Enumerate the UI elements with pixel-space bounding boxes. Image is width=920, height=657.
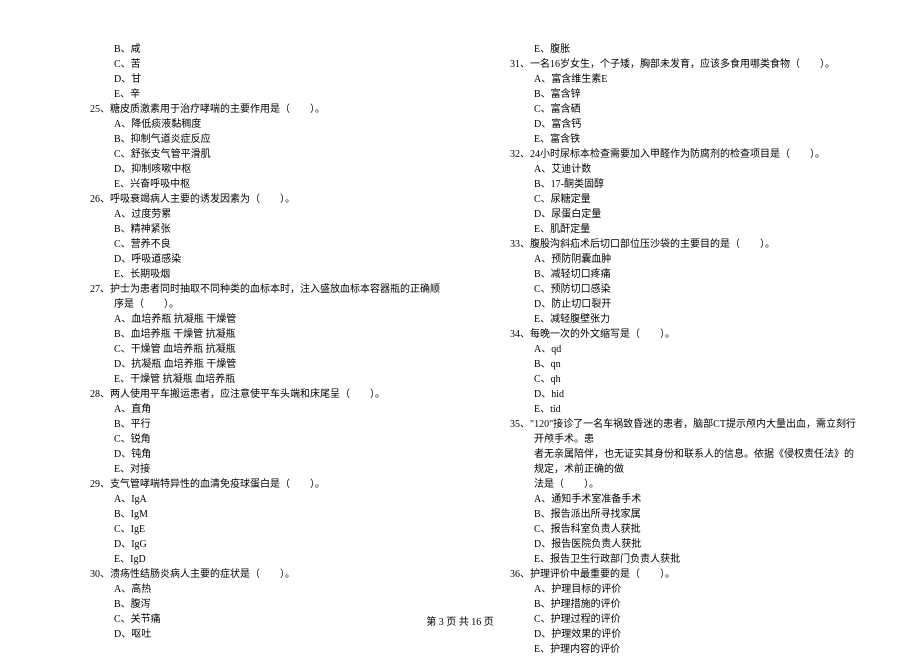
option: B、咸	[60, 42, 440, 57]
question-35-cont: 法是（ ）。	[480, 477, 860, 492]
question-33: 33、腹股沟斜疝术后切口部位压沙袋的主要目的是（ ）。	[480, 237, 860, 252]
option: D、hid	[480, 387, 860, 402]
option: D、钝角	[60, 447, 440, 462]
option: A、IgA	[60, 492, 440, 507]
question-35-cont: 者无亲属陪伴，也无证实其身份和联系人的信息。依据《侵权责任法》的规定，术前正确的…	[480, 447, 860, 477]
option: D、抗凝瓶 血培养瓶 干燥管	[60, 357, 440, 372]
option: B、报告派出所寻找家属	[480, 507, 860, 522]
option: B、血培养瓶 干燥管 抗凝瓶	[60, 327, 440, 342]
option: E、减轻腹壁张力	[480, 312, 860, 327]
option: B、减轻切口疼痛	[480, 267, 860, 282]
question-32: 32、24小时尿标本检查需要加入甲醛作为防腐剂的检查项目是（ ）。	[480, 147, 860, 162]
question-31: 31、一名16岁女生，个子矮，胸部未发育，应该多食用哪类食物（ ）。	[480, 57, 860, 72]
option: C、富含硒	[480, 102, 860, 117]
option: C、干燥管 血培养瓶 抗凝瓶	[60, 342, 440, 357]
option: B、17-酮类固醇	[480, 177, 860, 192]
option: D、呼吸道感染	[60, 252, 440, 267]
question-29: 29、支气管哮喘特异性的血清免疫球蛋白是（ ）。	[60, 477, 440, 492]
option: B、富含锌	[480, 87, 860, 102]
question-30: 30、溃疡性结肠炎病人主要的症状是（ ）。	[60, 567, 440, 582]
option: E、长期吸烟	[60, 267, 440, 282]
option: E、IgD	[60, 552, 440, 567]
question-28: 28、两人使用平车搬运患者，应注意使平车头端和床尾呈（ ）。	[60, 387, 440, 402]
option: B、IgM	[60, 507, 440, 522]
option: D、甘	[60, 72, 440, 87]
option: D、尿蛋白定量	[480, 207, 860, 222]
option: C、qh	[480, 372, 860, 387]
option: A、过度劳累	[60, 207, 440, 222]
question-26: 26、呼吸衰竭病人主要的诱发因素为（ ）。	[60, 192, 440, 207]
option: A、预防阴囊血肿	[480, 252, 860, 267]
page-footer: 第 3 页 共 16 页	[0, 613, 920, 628]
option: C、预防切口感染	[480, 282, 860, 297]
question-36: 36、护理评价中最重要的是（ ）。	[480, 567, 860, 582]
option: E、干燥管 抗凝瓶 血培养瓶	[60, 372, 440, 387]
left-column: B、咸 C、苦 D、甘 E、辛 25、糖皮质激素用于治疗哮喘的主要作用是（ ）。…	[60, 42, 460, 657]
option: D、呕吐	[60, 627, 440, 642]
question-27: 27、护士为患者同时抽取不同种类的血标本时，注入盛放血标本容器瓶的正确顺序是（ …	[60, 282, 440, 312]
option: C、IgE	[60, 522, 440, 537]
option: A、血培养瓶 抗凝瓶 干燥管	[60, 312, 440, 327]
question-35: 35、"120"接诊了一名车祸致昏迷的患者，脑部CT提示颅内大量出血，需立刻行开…	[480, 417, 860, 447]
page-content: B、咸 C、苦 D、甘 E、辛 25、糖皮质激素用于治疗哮喘的主要作用是（ ）。…	[0, 0, 920, 657]
option: E、对接	[60, 462, 440, 477]
option: A、高热	[60, 582, 440, 597]
option: B、平行	[60, 417, 440, 432]
option: A、富含维生素E	[480, 72, 860, 87]
option: E、腹胀	[480, 42, 860, 57]
option: C、营养不良	[60, 237, 440, 252]
option: A、qd	[480, 342, 860, 357]
option: D、报告医院负责人获批	[480, 537, 860, 552]
option: E、报告卫生行政部门负责人获批	[480, 552, 860, 567]
option: D、富含钙	[480, 117, 860, 132]
option: C、锐角	[60, 432, 440, 447]
question-34: 34、每晚一次的外文缩写是（ ）。	[480, 327, 860, 342]
option: A、通知手术室准备手术	[480, 492, 860, 507]
option: B、腹泻	[60, 597, 440, 612]
option: C、尿糖定量	[480, 192, 860, 207]
option: B、抑制气道炎症反应	[60, 132, 440, 147]
option: E、兴奋呼吸中枢	[60, 177, 440, 192]
option: D、护理效果的评价	[480, 627, 860, 642]
option: B、护理措施的评价	[480, 597, 860, 612]
right-column: E、腹胀 31、一名16岁女生，个子矮，胸部未发育，应该多食用哪类食物（ ）。 …	[460, 42, 860, 657]
option: E、富含铁	[480, 132, 860, 147]
option: C、报告科室负责人获批	[480, 522, 860, 537]
question-25: 25、糖皮质激素用于治疗哮喘的主要作用是（ ）。	[60, 102, 440, 117]
option: A、降低痰液黏稠度	[60, 117, 440, 132]
option: C、舒张支气管平滑肌	[60, 147, 440, 162]
option: B、精神紧张	[60, 222, 440, 237]
option: A、直角	[60, 402, 440, 417]
option: A、护理目标的评价	[480, 582, 860, 597]
option: E、辛	[60, 87, 440, 102]
option: B、qn	[480, 357, 860, 372]
option: D、IgG	[60, 537, 440, 552]
option: E、肌酐定量	[480, 222, 860, 237]
option: C、苦	[60, 57, 440, 72]
option: D、防止切口裂开	[480, 297, 860, 312]
option: E、tid	[480, 402, 860, 417]
option: A、艾迪计数	[480, 162, 860, 177]
option: D、抑制咳嗽中枢	[60, 162, 440, 177]
